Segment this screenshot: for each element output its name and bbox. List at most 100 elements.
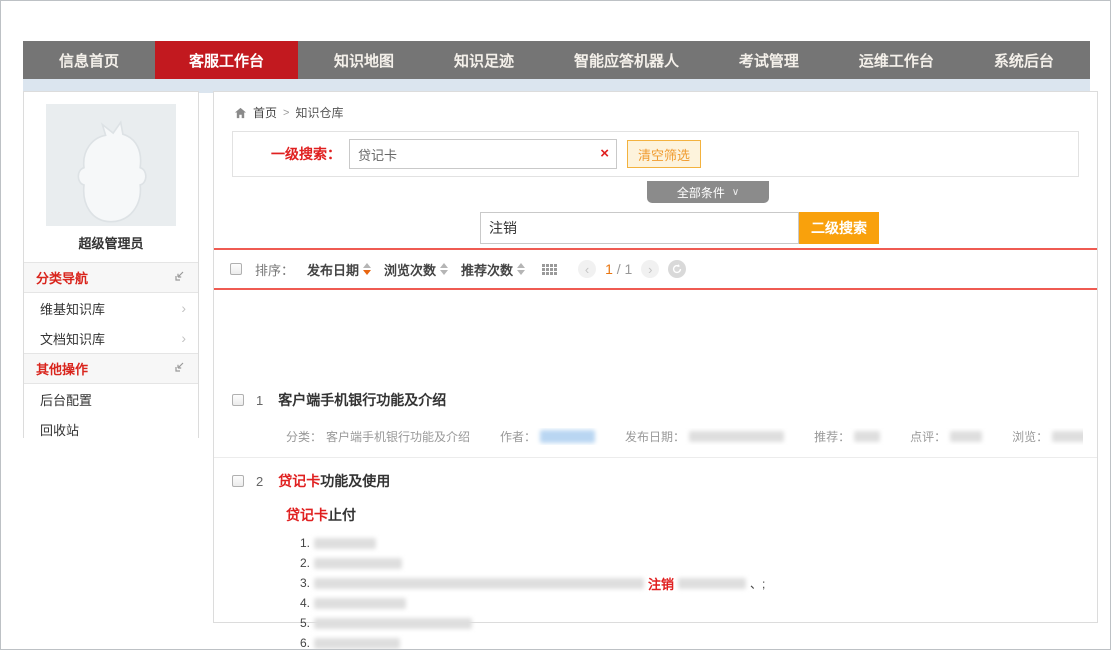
top-nav: 信息首页 客服工作台 知识地图 知识足迹 智能应答机器人 考试管理 运维工作台 … <box>23 41 1090 79</box>
redacted-value <box>1052 431 1083 442</box>
redacted-text <box>314 598 406 609</box>
secondary-search-input[interactable] <box>480 212 799 244</box>
redacted-text <box>314 578 644 589</box>
sort-option-publish-date[interactable]: 发布日期 <box>307 260 371 279</box>
sort-option-label: 浏览次数 <box>384 260 436 279</box>
nav-item-knowledge-track[interactable]: 知识足迹 <box>430 41 538 79</box>
sort-arrows-icon <box>517 263 525 275</box>
sort-option-view-count[interactable]: 浏览次数 <box>384 260 448 279</box>
meta-publish-date: 发布日期： <box>625 428 784 445</box>
primary-search-input[interactable] <box>350 140 616 168</box>
body-line: 2. <box>300 553 1097 573</box>
chevron-right-icon: › <box>181 330 186 346</box>
nav-item-exam-management[interactable]: 考试管理 <box>715 41 823 79</box>
secondary-search-row: 二级搜索 <box>480 212 879 244</box>
body-line: 3.注销、; <box>300 573 1097 593</box>
result-item-1: 1 客户端手机银行功能及介绍 分类：客户端手机银行功能及介绍 作者： 发布日期：… <box>214 377 1097 458</box>
breadcrumb: 首页 > 知识仓库 <box>214 92 1097 121</box>
item-title-link[interactable]: 贷记卡功能及使用 <box>278 471 390 491</box>
body-line: 5. <box>300 613 1097 633</box>
body-line: 1. <box>300 533 1097 553</box>
section-title: 分类导航 <box>36 268 88 287</box>
meta-comment: 点评： <box>910 428 982 445</box>
sort-option-recommend-count[interactable]: 推荐次数 <box>461 260 525 279</box>
nav-item-system-backend[interactable]: 系统后台 <box>970 41 1078 79</box>
refresh-icon[interactable] <box>668 260 686 278</box>
redacted-text <box>314 558 402 569</box>
sidebar-item-backend-config[interactable]: 后台配置 <box>24 384 198 414</box>
sidebar-item-wiki-kb[interactable]: 维基知识库 › <box>24 293 198 323</box>
menu-item-label: 后台配置 <box>40 390 92 409</box>
body-keyword-highlight: 注销 <box>648 574 674 593</box>
result-item-2: 2 贷记卡功能及使用 贷记卡止付 1. 2. 3.注销、; 4. 5. 6. 7… <box>214 458 1097 650</box>
nav-item-info-home[interactable]: 信息首页 <box>35 41 143 79</box>
sort-option-label: 推荐次数 <box>461 260 513 279</box>
meta-author: 作者： <box>500 428 595 445</box>
sidebar-section-category-nav[interactable]: 分类导航 <box>24 262 198 293</box>
line-tail: 、; <box>750 575 765 592</box>
title-keyword-highlight: 贷记卡 <box>278 473 320 489</box>
breadcrumb-current: 知识仓库 <box>295 104 343 121</box>
body-line: 6. <box>300 633 1097 650</box>
nav-item-ops-workbench[interactable]: 运维工作台 <box>835 41 958 79</box>
sort-bar: 排序： 发布日期 浏览次数 推荐次数 <box>214 250 1097 290</box>
select-all-checkbox[interactable] <box>230 263 242 275</box>
secondary-search-button[interactable]: 二级搜索 <box>799 212 879 244</box>
nav-item-knowledge-map[interactable]: 知识地图 <box>310 41 418 79</box>
prev-page-icon[interactable]: ‹ <box>578 260 596 278</box>
redacted-text <box>678 578 746 589</box>
sort-option-label: 发布日期 <box>307 260 359 279</box>
primary-search-label: 一级搜索： <box>271 144 341 164</box>
all-conditions-dropdown[interactable]: 全部条件 ∨ <box>647 181 769 203</box>
sidebar: 超级管理员 分类导航 维基知识库 › 文档知识库 › 其他操作 <box>23 91 199 438</box>
body-keyword-highlight: 贷记卡 <box>286 507 328 523</box>
nav-item-smart-robot[interactable]: 智能应答机器人 <box>550 41 703 79</box>
sort-arrows-icon <box>363 263 371 275</box>
sort-label: 排序： <box>255 260 294 279</box>
clear-filter-button[interactable]: 清空筛选 <box>627 140 701 168</box>
page-separator: / <box>613 261 625 277</box>
redacted-value <box>950 431 982 442</box>
breadcrumb-home[interactable]: 首页 <box>253 104 277 121</box>
collapse-icon[interactable] <box>174 270 186 285</box>
menu-item-label: 维基知识库 <box>40 299 105 318</box>
item-index: 1 <box>256 393 263 408</box>
sidebar-item-recycle-bin[interactable]: 回收站 <box>24 414 198 444</box>
primary-search-input-wrap: × <box>349 139 617 169</box>
item-title-link[interactable]: 客户端手机银行功能及介绍 <box>278 390 446 410</box>
title-rest: 功能及使用 <box>320 473 390 489</box>
section-title: 其他操作 <box>36 359 88 378</box>
meta-views: 浏览： <box>1012 428 1083 445</box>
item-body: 贷记卡止付 1. 2. 3.注销、; 4. 5. 6. 7. <box>286 505 1097 650</box>
item-checkbox[interactable] <box>232 394 244 406</box>
chevron-down-icon: ∨ <box>732 187 739 198</box>
sort-arrows-icon <box>440 263 448 275</box>
redacted-text <box>314 538 376 549</box>
redacted-value <box>854 431 880 442</box>
breadcrumb-separator: > <box>283 107 289 119</box>
home-icon <box>234 107 247 119</box>
collapse-icon[interactable] <box>174 361 186 376</box>
sidebar-section-other-ops[interactable]: 其他操作 <box>24 353 198 384</box>
menu-item-label: 文档知识库 <box>40 329 105 348</box>
avatar-silhouette-icon <box>56 118 166 226</box>
item-meta-row: 分类：客户端手机银行功能及介绍 作者： 发布日期： 推荐： 点评： 浏览： 评分 <box>286 428 1083 445</box>
sidebar-item-doc-kb[interactable]: 文档知识库 › <box>24 323 198 353</box>
meta-recommend: 推荐： <box>814 428 880 445</box>
nav-item-service-workbench[interactable]: 客服工作台 <box>155 41 298 79</box>
redacted-value <box>689 431 784 442</box>
meta-category: 分类：客户端手机银行功能及介绍 <box>286 428 470 445</box>
page-total: 1 <box>625 261 633 277</box>
body-list: 1. 2. 3.注销、; 4. 5. 6. 7. <box>300 533 1097 650</box>
grid-view-icon[interactable] <box>542 264 557 275</box>
next-page-icon[interactable]: › <box>641 260 659 278</box>
page-indicator: 1 / 1 <box>605 261 632 277</box>
clear-input-icon[interactable]: × <box>600 146 609 161</box>
chevron-right-icon: › <box>181 300 186 316</box>
current-user-name: 超级管理员 <box>24 233 198 252</box>
content-panel: 首页 > 知识仓库 一级搜索： × 清空筛选 全部条件 ∨ 二级搜索 排序： 发… <box>213 91 1098 623</box>
avatar <box>46 104 176 226</box>
menu-item-label: 回收站 <box>40 420 79 439</box>
item-checkbox[interactable] <box>232 475 244 487</box>
app-window: 信息首页 客服工作台 知识地图 知识足迹 智能应答机器人 考试管理 运维工作台 … <box>0 0 1111 650</box>
